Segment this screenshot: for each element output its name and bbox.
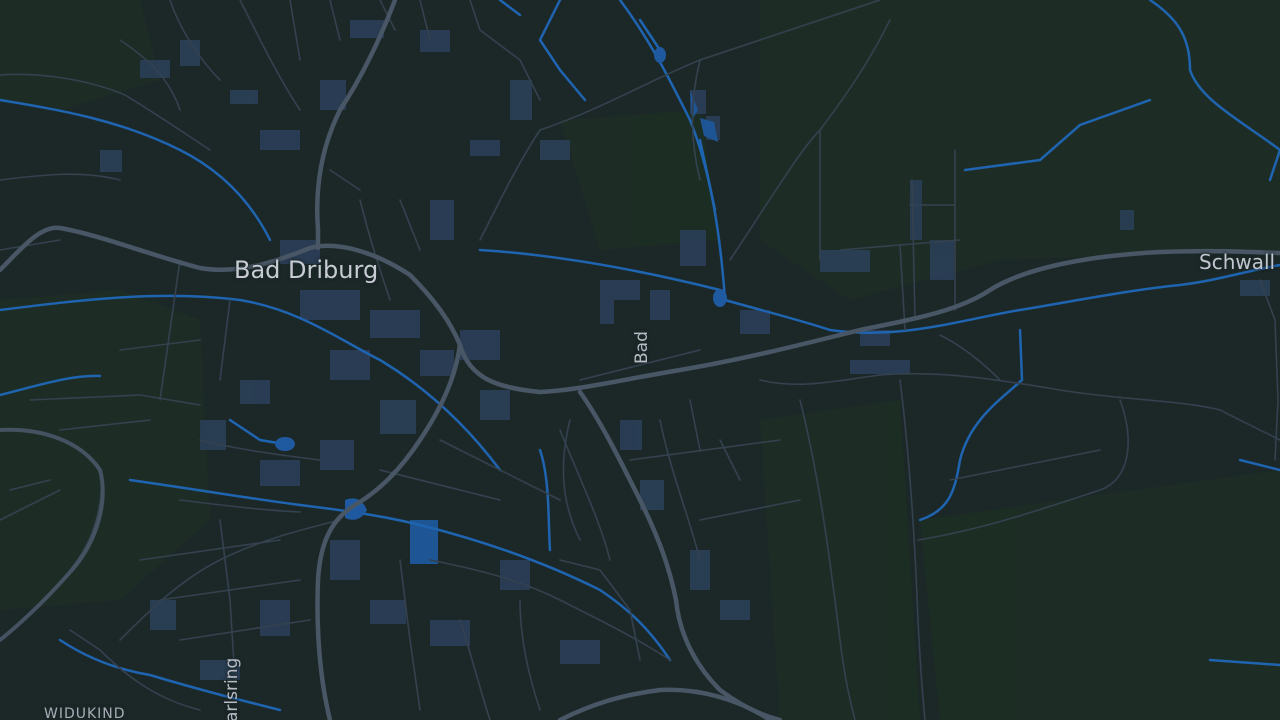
map-canvas[interactable]: Bad Driburg Schwall Bad arlsring WIDUKIN… xyxy=(0,0,1280,720)
village-label-schwall[interactable]: Schwall xyxy=(1199,250,1275,274)
street-label-karlsring: arlsring xyxy=(222,657,242,720)
street-label-bad: Bad xyxy=(632,331,652,364)
district-label-widukind: WIDUKIND xyxy=(44,706,126,720)
town-label-bad-driburg[interactable]: Bad Driburg xyxy=(234,256,378,284)
